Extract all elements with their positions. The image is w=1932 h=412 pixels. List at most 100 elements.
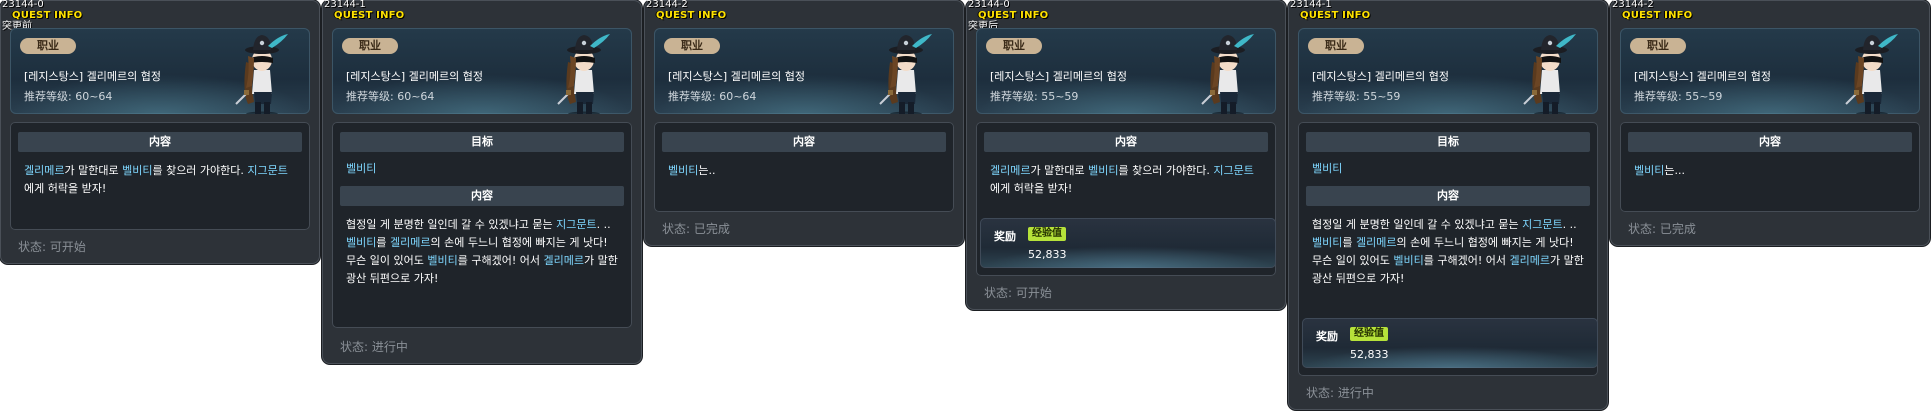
job-badge: 职业	[1630, 38, 1686, 54]
quest-info-title: QUEST INFO	[978, 10, 1049, 21]
exp-badge: 经验值	[1350, 327, 1388, 341]
description-text: 는...	[1664, 164, 1685, 177]
recommended-level: 推荐等级: 60~64	[346, 90, 435, 103]
quest-info-title: QUEST INFO	[334, 10, 405, 21]
quest-info-title: QUEST INFO	[1300, 10, 1371, 21]
job-badge: 职业	[342, 38, 398, 54]
job-badge: 职业	[664, 38, 720, 54]
quest-name: [레지스탕스] 겔리메르의 협정	[1634, 70, 1772, 83]
panel-header: 23144-2 QUEST INFO	[646, 0, 726, 21]
highlighted-name: 벨비티	[1312, 236, 1343, 249]
quest-id: 23144-0	[968, 0, 1010, 10]
goal-target: 벨비티	[1312, 162, 1343, 175]
quest-name: [레지스탕스] 겔리메르의 협정	[990, 70, 1128, 83]
panel-header: 23144-1 QUEST INFO	[1290, 0, 1370, 21]
quest-content-box: 目标 벨비티 内容 협정일 게 분명한 일인데 갈 수 있겠냐고 묻는 지그문트…	[332, 122, 632, 328]
highlighted-name: 지그문트	[556, 218, 597, 231]
quest-goal: 벨비티	[346, 160, 618, 178]
quest-header-box: 职业 [레지스탕스] 겔리메르의 협정 推荐等级: 60~64	[10, 28, 310, 114]
description-text: 협정일 게 분명한 일인데 갈 수 있겠냐고 묻는	[1312, 218, 1523, 231]
quest-info-title: QUEST INFO	[1622, 10, 1693, 21]
quest-id: 23144-1	[324, 0, 366, 10]
reward-label: 奖励	[994, 230, 1016, 243]
description-text: 를 찾으러 가야한다.	[152, 164, 248, 177]
highlighted-name: 지그문트	[1213, 164, 1254, 177]
section-header-goal: 目标	[1306, 132, 1590, 152]
quest-description: 벨비티는...	[1634, 162, 1906, 180]
description-text: 를 찾으러 가야한다.	[1118, 164, 1214, 177]
exp-value: 52,833	[1350, 348, 1389, 361]
panel-header: 23144-1 QUEST INFO	[324, 0, 404, 21]
quest-header-box: 职业 [레지스탕스] 겔리메르의 협정 推荐等级: 60~64	[332, 28, 632, 114]
quest-description: 겔리메르가 말한대로 벨비티를 찾으러 가야한다. 지그문트에게 허락을 받자!	[24, 162, 296, 198]
description-text: 를 구해겠어! 어서	[1423, 254, 1510, 267]
highlighted-name: 겔리메르	[990, 164, 1031, 177]
npc-character-icon	[1201, 34, 1254, 114]
npc-character-icon	[557, 34, 610, 114]
quest-info-title: QUEST INFO	[12, 10, 83, 21]
highlighted-name: 겔리메르	[24, 164, 65, 177]
goal-target: 벨비티	[346, 162, 377, 175]
highlighted-name: 지그문트	[1522, 218, 1563, 231]
quest-id: 23144-2	[1612, 0, 1654, 10]
quest-content-box: 内容 겔리메르가 말한대로 벨비티를 찾으러 가야한다. 지그문트에게 허락을 …	[10, 122, 310, 230]
section-header-goal: 目标	[340, 132, 624, 152]
recommended-level: 推荐等级: 55~59	[1634, 90, 1723, 103]
quest-content-box: 目标 벨비티 内容 협정일 게 분명한 일인데 갈 수 있겠냐고 묻는 지그문트…	[1298, 122, 1598, 376]
highlighted-name: 벨비티	[1393, 254, 1424, 267]
description-text: 를	[1342, 236, 1356, 249]
quest-info-panel: 23144-1 QUEST INFO 职业 [레지스탕스] 겔리메르의 협정 推…	[322, 0, 642, 364]
highlighted-name: 겔리메르	[1356, 236, 1397, 249]
exp-badge: 经验值	[1028, 227, 1066, 241]
job-badge: 职业	[986, 38, 1042, 54]
panel-header: 23144-2 QUEST INFO	[1612, 0, 1692, 21]
quest-id: 23144-0	[2, 0, 44, 10]
reward-label: 奖励	[1316, 330, 1338, 343]
section-header-content: 内容	[1628, 132, 1912, 152]
highlighted-name: 벨비티	[1634, 164, 1665, 177]
quest-header-box: 职业 [레지스탕스] 겔리메르의 협정 推荐等级: 55~59	[1298, 28, 1598, 114]
quest-id: 23144-1	[1290, 0, 1332, 10]
recommended-level: 推荐等级: 60~64	[24, 90, 113, 103]
job-badge: 职业	[20, 38, 76, 54]
quest-status: 状态: 已完成	[1628, 222, 1696, 236]
quest-info-panel: 23144-0 QUEST INFO 突更后 职业 [레지스탕스] 겔리메르의 …	[966, 0, 1286, 310]
recommended-level: 推荐等级: 55~59	[1312, 90, 1401, 103]
description-text: . ..	[596, 218, 611, 231]
quest-info-panel: 23144-0 QUEST INFO 突更前 职业 [레지스탕스] 겔리메르의 …	[0, 0, 320, 264]
quest-info-panel: 23144-2 QUEST INFO 职业 [레지스탕스] 겔리메르의 협정 推…	[644, 0, 964, 246]
quest-status: 状态: 可开始	[984, 286, 1052, 300]
quest-status: 状态: 可开始	[18, 240, 86, 254]
exp-value: 52,833	[1028, 248, 1067, 261]
npc-character-icon	[1523, 34, 1576, 114]
quest-content-box: 内容 벨비티는..	[654, 122, 954, 212]
description-text: 에게 허락을 받자!	[24, 182, 107, 195]
quest-name: [레지스탕스] 겔리메르의 협정	[24, 70, 162, 83]
npc-character-icon	[1845, 34, 1898, 114]
description-text: 를 구해겠어! 어서	[457, 254, 544, 267]
recommended-level: 推荐等级: 55~59	[990, 90, 1079, 103]
description-text: 는..	[698, 164, 716, 177]
quest-name: [레지스탕스] 겔리메르의 협정	[668, 70, 806, 83]
section-header-content: 内容	[662, 132, 946, 152]
quest-goal: 벨비티	[1312, 160, 1584, 178]
quest-description: 협정일 게 분명한 일인데 갈 수 있겠냐고 묻는 지그문트. .. 벨비티를 …	[346, 216, 618, 288]
highlighted-name: 벨비티	[668, 164, 699, 177]
job-badge: 职业	[1308, 38, 1364, 54]
quest-status: 状态: 进行中	[340, 340, 408, 354]
quest-header-box: 职业 [레지스탕스] 겔리메르의 협정 推荐等级: 55~59	[976, 28, 1276, 114]
quest-description: 협정일 게 분명한 일인데 갈 수 있겠냐고 묻는 지그문트. .. 벨비티를 …	[1312, 216, 1584, 288]
quest-info-title: QUEST INFO	[656, 10, 727, 21]
section-header-content: 内容	[340, 186, 624, 206]
section-header-content: 内容	[18, 132, 302, 152]
section-header-content: 内容	[984, 132, 1268, 152]
section-header-content: 内容	[1306, 186, 1590, 206]
description-text: 가 말한대로	[1030, 164, 1089, 177]
quest-content-box: 内容 벨비티는...	[1620, 122, 1920, 212]
npc-character-icon	[879, 34, 932, 114]
quest-content-box: 内容 겔리메르가 말한대로 벨비티를 찾으러 가야한다. 지그문트에게 허락을 …	[976, 122, 1276, 276]
quest-id: 23144-2	[646, 0, 688, 10]
highlighted-name: 벨비티	[346, 236, 377, 249]
highlighted-name: 겔리메르	[390, 236, 431, 249]
reward-box: 奖励 经验值 52,833	[1302, 318, 1598, 368]
